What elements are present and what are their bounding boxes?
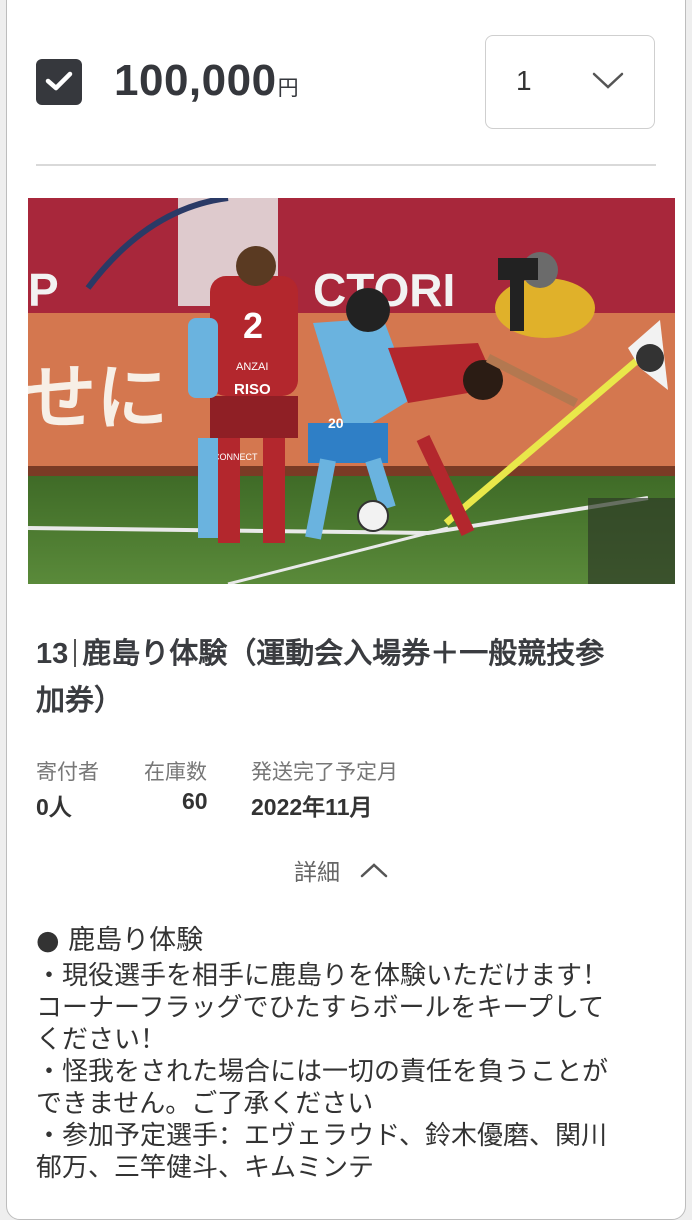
jersey-sponsor: RISO [234,381,271,398]
corner-kick-photo: P CTORI せに 2 ANZAI RISO CONNECT 20 [28,198,675,584]
jersey-sponsor-small: CONNECT [213,452,258,462]
description-line: ください！ [36,1025,167,1055]
item-title: 13 鹿島り体験（運動会入場券＋一般競技参加券） [36,630,662,723]
divider [36,164,656,166]
jersey-number: 2 [243,305,263,346]
description-line: できません。ご了承ください [36,1089,374,1119]
description-line: ・現役選手を相手に鹿島りを体験いただけます！ [36,961,609,991]
opponent-number: 20 [328,415,344,431]
item-name: 鹿島り体験 [82,636,228,670]
stock-value: 60 [182,788,208,814]
price-unit: 円 [277,77,300,100]
item-name-suffix-2: 加券） [36,683,124,717]
chevron-down-icon [592,72,624,89]
check-icon [45,71,73,91]
ship-label: 発送完了予定月 [251,760,398,784]
quantity-select[interactable]: 1 [485,35,655,129]
description-line: コーナーフラッグでひたすらボールをキープして [36,993,605,1023]
board-text: せに [28,356,168,440]
banner-text-left: P [28,264,59,316]
item-name-suffix-1: （運動会入場券＋一般競技参 [227,636,605,670]
title-separator [74,639,77,667]
price-amount: 100,000 [114,56,277,105]
donors-label: 寄付者 [36,760,99,784]
description-line: 郁万、三竿健斗、キムミンテ [36,1153,375,1183]
ship-value: 2022年11月 [251,794,373,820]
select-checkbox[interactable] [36,59,82,105]
description-body: ・現役選手を相手に鹿島りを体験いただけます！ コーナーフラッグでひたすらボールをキ… [36,960,676,1184]
description-line: ・参加予定選手：エヴェラウド、鈴木優磨、関川 [36,1121,607,1151]
stock-label: 在庫数 [144,760,207,784]
item-photo: P CTORI せに 2 ANZAI RISO CONNECT 20 [28,198,675,584]
quantity-value: 1 [516,65,532,96]
chevron-up-icon [360,863,388,878]
description-line: ・怪我をされた場合には一切の責任を負うことが [36,1057,609,1087]
details-toggle-label: 詳細 [294,860,340,886]
jersey-name: ANZAI [236,361,268,373]
price: 100,000円 [114,56,299,106]
donors-value: 0人 [36,794,72,820]
description-heading: ● 鹿島り体験 [36,925,204,956]
details-toggle[interactable]: 詳細 [294,853,388,887]
item-number: 13 [36,638,69,670]
